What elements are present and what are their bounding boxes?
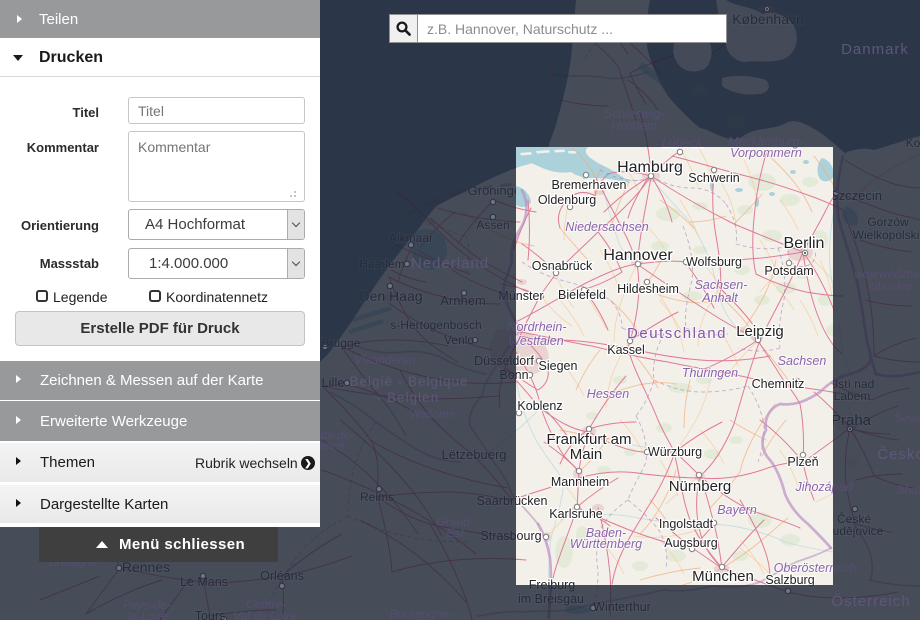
svg-text:België - Belgique: België - Belgique — [349, 374, 468, 389]
svg-text:Schwerin: Schwerin — [688, 171, 739, 185]
svg-text:Deutschland: Deutschland — [627, 325, 727, 342]
svg-text:Holstein: Holstein — [611, 119, 656, 133]
svg-text:Alkmaar: Alkmaar — [389, 231, 433, 245]
svg-text:Venlo: Venlo — [444, 333, 474, 347]
svg-text:Brugge: Brugge — [322, 336, 361, 350]
svg-text:Bayern: Bayern — [717, 503, 757, 517]
svg-text:Bremerhaven: Bremerhaven — [551, 178, 626, 192]
svg-text:Wielkopolski: Wielkopolski — [853, 228, 920, 242]
svg-text:Chemnitz: Chemnitz — [752, 377, 805, 391]
svg-text:Gorzów: Gorzów — [867, 215, 909, 229]
svg-text:Nürnberg: Nürnberg — [669, 478, 732, 495]
svg-text:Leipzig: Leipzig — [736, 323, 784, 340]
svg-text:Salzburg: Salzburg — [765, 573, 814, 587]
svg-text:Danmark: Danmark — [841, 41, 909, 58]
svg-text:Nederland: Nederland — [411, 255, 489, 272]
svg-text:lubuskie: lubuskie — [868, 279, 912, 293]
svg-text:s-Hertogenbosch: s-Hertogenbosch — [390, 318, 481, 332]
svg-text:Vlaanderen: Vlaanderen — [354, 353, 416, 367]
svg-text:Mannheim: Mannheim — [551, 475, 609, 489]
svg-text:Österreich: Österreich — [831, 592, 910, 610]
svg-text:Thüringen: Thüringen — [682, 366, 738, 380]
svg-text:Augsburg: Augsburg — [664, 536, 718, 550]
svg-text:Arnhem: Arnhem — [440, 293, 486, 308]
svg-text:Lille: Lille — [321, 375, 344, 390]
svg-text:Szczecin: Szczecin — [830, 188, 882, 203]
svg-text:Hannover: Hannover — [603, 247, 673, 264]
svg-text:Karlsruhe: Karlsruhe — [549, 507, 603, 521]
svg-text:Wolfsburg: Wolfsburg — [686, 255, 742, 269]
svg-text:Bourgogne-: Bourgogne- — [390, 607, 453, 620]
svg-text:Praha: Praha — [831, 412, 872, 429]
svg-text:Orléans: Orléans — [260, 569, 304, 583]
svg-text:Würzburg: Würzburg — [648, 445, 702, 459]
svg-text:Westfalen: Westfalen — [508, 334, 563, 348]
svg-text:Plzeň: Plzeň — [787, 455, 818, 469]
svg-text:Niedersachsen: Niedersachsen — [565, 220, 648, 234]
svg-text:Anhalt: Anhalt — [701, 291, 738, 305]
svg-text:København: København — [732, 11, 804, 27]
svg-text:Wallonie: Wallonie — [409, 407, 455, 421]
svg-text:Koblenz: Koblenz — [517, 399, 562, 413]
svg-text:Česko: Česko — [877, 446, 920, 463]
svg-text:Ingolstadt: Ingolstadt — [659, 517, 714, 531]
svg-text:Labem: Labem — [834, 389, 871, 403]
svg-text:Sachsen: Sachsen — [778, 354, 827, 368]
svg-text:Assen: Assen — [476, 218, 509, 232]
svg-text:Osnabrück: Osnabrück — [532, 259, 593, 273]
svg-text:- Belgien: - Belgien — [377, 390, 439, 405]
svg-text:Winterthur: Winterthur — [593, 600, 651, 614]
svg-text:Ko: Ko — [906, 136, 920, 150]
svg-text:Severo: Severo — [894, 411, 920, 425]
svg-text:Vorpommern: Vorpommern — [730, 146, 802, 160]
svg-text:Nordrhein-: Nordrhein- — [507, 320, 566, 334]
svg-text:Reims: Reims — [360, 490, 394, 504]
svg-text:Hessen: Hessen — [587, 387, 629, 401]
svg-text:Budějovice: Budějovice — [825, 524, 884, 538]
svg-text:Est: Est — [446, 526, 464, 540]
svg-text:Tours: Tours — [195, 609, 226, 620]
svg-text:Bielefeld: Bielefeld — [558, 288, 606, 302]
svg-text:Hamburg: Hamburg — [617, 159, 683, 176]
svg-text:Le Mans: Le Mans — [180, 575, 228, 589]
svg-text:Sachsen-: Sachsen- — [695, 278, 748, 292]
svg-text:la-Loire: la-Loire — [128, 609, 168, 620]
svg-text:Hildesheim: Hildesheim — [617, 282, 679, 296]
svg-text:Haarlem: Haarlem — [359, 257, 404, 271]
svg-text:München: München — [692, 568, 754, 585]
svg-text:Lëtzebuerg: Lëtzebuerg — [441, 447, 506, 462]
svg-text:Mecklenburg-: Mecklenburg- — [728, 135, 804, 149]
svg-text:Württemberg: Württemberg — [570, 537, 642, 551]
svg-text:Main: Main — [570, 446, 603, 463]
svg-text:Den Haag: Den Haag — [359, 288, 422, 304]
svg-text:Siegen: Siegen — [539, 359, 578, 373]
svg-text:Jihozá: Jihozá — [895, 483, 920, 497]
svg-text:im Breisgau: im Breisgau — [518, 592, 584, 606]
svg-text:Potsdam: Potsdam — [764, 264, 813, 278]
svg-text:Val de Loire: Val de Loire — [233, 609, 297, 620]
svg-text:Oldenburg: Oldenburg — [538, 193, 596, 207]
svg-text:Berlin: Berlin — [784, 235, 825, 252]
svg-text:Kassel: Kassel — [607, 343, 645, 357]
